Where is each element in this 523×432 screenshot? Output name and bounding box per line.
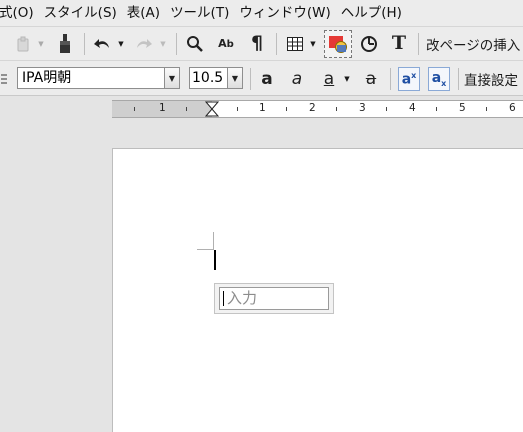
underline-dropdown-icon[interactable]: ▼	[342, 67, 352, 91]
menu-tools[interactable]: ツール(T)	[165, 2, 234, 24]
menu-format[interactable]: 式(O)	[0, 2, 39, 24]
font-name-value: IPA明朝	[22, 70, 72, 86]
ruler-label: 1	[259, 102, 266, 114]
undo-dropdown-icon[interactable]: ▼	[116, 32, 126, 56]
ruler-label: 3	[359, 102, 366, 114]
insert-text-box-icon[interactable]: T	[388, 31, 410, 55]
ruler-label: 2	[309, 102, 316, 114]
font-name-combobox[interactable]: IPA明朝 ▼	[17, 67, 180, 89]
insert-table-icon[interactable]	[284, 32, 306, 56]
menu-styles[interactable]: スタイル(S)	[39, 2, 122, 24]
strikethrough-icon[interactable]: a	[360, 67, 382, 91]
horizontal-ruler[interactable]: 1 1 2 3 4 5 6	[112, 100, 523, 118]
formatting-marks-icon[interactable]: ¶	[246, 31, 268, 55]
formatting-toolbar: IPA明朝 ▼ 10.5 ▼ a a a ▼ a ax ax 直接設定	[0, 60, 523, 96]
paste-icon[interactable]	[12, 32, 34, 56]
insert-page-break-button[interactable]: 改ページの挿入	[426, 32, 523, 56]
redo-dropdown-icon[interactable]: ▼	[158, 32, 168, 56]
toolbar-separator	[84, 33, 85, 55]
ruler-tick	[286, 107, 287, 111]
ruler-tick	[486, 107, 487, 111]
ruler-label: 1	[159, 102, 166, 114]
ruler-label: 5	[459, 102, 466, 114]
insert-image-icon[interactable]	[324, 30, 352, 58]
ruler-tick	[134, 107, 135, 111]
ruler-tick	[186, 107, 187, 111]
text-cursor	[214, 250, 216, 270]
ime-input-field[interactable]: 入力	[219, 287, 329, 310]
redo-icon[interactable]	[132, 32, 154, 56]
chevron-down-icon[interactable]: ▼	[227, 68, 242, 88]
ime-input-popup: 入力	[214, 283, 334, 314]
undo-icon[interactable]	[92, 32, 114, 56]
font-size-value: 10.5	[192, 70, 224, 86]
paste-dropdown-icon[interactable]: ▼	[36, 32, 46, 56]
margin-corner-mark	[197, 249, 214, 250]
menu-table[interactable]: 表(A)	[122, 2, 165, 24]
toolbar-separator	[176, 33, 177, 55]
ruler-label: 4	[409, 102, 416, 114]
toolbar-separator	[276, 33, 277, 55]
italic-icon[interactable]: a	[286, 67, 308, 91]
underline-icon[interactable]: a	[318, 67, 340, 91]
clone-formatting-icon[interactable]	[54, 32, 76, 56]
ruler-tick	[436, 107, 437, 111]
toolbar-separator	[250, 68, 251, 90]
margin-corner-mark	[213, 232, 214, 249]
spellcheck-icon[interactable]: Ab	[214, 32, 238, 56]
toolbar-separator	[390, 68, 391, 90]
ruler-tick	[336, 107, 337, 111]
toolbar-separator	[418, 33, 419, 55]
subscript-icon[interactable]: ax	[428, 67, 450, 91]
menu-bar: 式(O) スタイル(S) 表(A) ツール(T) ウィンドウ(W) ヘルプ(H)	[0, 0, 523, 26]
direct-formatting-label: 直接設定	[464, 73, 518, 89]
ruler-label: 6	[509, 102, 516, 114]
insert-page-break-label: 改ページの挿入	[426, 38, 521, 54]
indent-marker-icon[interactable]	[205, 101, 219, 117]
direct-formatting-button[interactable]: 直接設定	[464, 67, 523, 91]
styles-icon[interactable]	[0, 67, 8, 91]
standard-toolbar: ▼ ▼ ▼ Ab ¶ ▼ T 改ページの挿入	[0, 26, 523, 60]
superscript-icon[interactable]: ax	[398, 67, 420, 91]
menu-window[interactable]: ウィンドウ(W)	[234, 2, 335, 24]
insert-chart-icon[interactable]	[358, 32, 380, 56]
bold-icon[interactable]: a	[256, 67, 278, 91]
insert-table-dropdown-icon[interactable]: ▼	[308, 32, 318, 56]
chevron-down-icon[interactable]: ▼	[164, 68, 179, 88]
menu-help[interactable]: ヘルプ(H)	[336, 2, 407, 24]
find-replace-icon[interactable]	[184, 32, 206, 56]
toolbar-separator	[458, 68, 459, 90]
font-size-combobox[interactable]: 10.5 ▼	[189, 67, 243, 89]
ruler-tick	[237, 107, 238, 111]
ruler-tick	[386, 107, 387, 111]
